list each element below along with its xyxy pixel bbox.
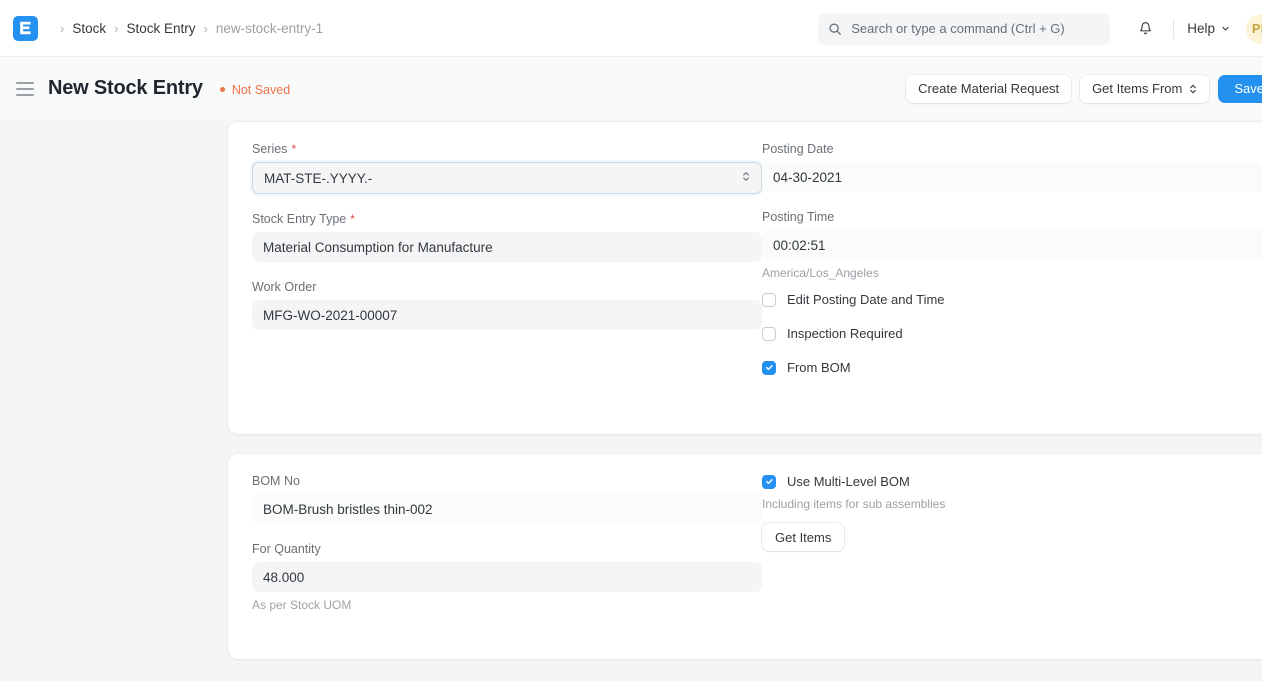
bell-icon[interactable] — [1130, 14, 1160, 44]
field-label-posting-time: Posting Time — [762, 210, 1262, 224]
checkbox-box[interactable] — [762, 293, 776, 307]
field-stock-entry-type: Stock Entry Type * Material Consumption … — [252, 212, 762, 262]
field-label-posting-date: Posting Date — [762, 142, 1262, 156]
field-work-order: Work Order MFG-WO-2021-00007 — [252, 280, 762, 330]
page-actions: Create Material Request Get Items From S… — [906, 57, 1262, 120]
help-label: Help — [1187, 21, 1215, 36]
hamburger-menu-icon[interactable] — [16, 82, 34, 96]
checkbox-label: From BOM — [787, 360, 851, 375]
get-items-button[interactable]: Get Items — [762, 523, 844, 551]
checkbox-edit-posting-date-and-time[interactable]: Edit Posting Date and Time — [762, 292, 1262, 307]
navbar-right-group: Search or type a command (Ctrl + G) Help… — [818, 0, 1262, 57]
field-label-stock-entry-type: Stock Entry Type * — [252, 212, 762, 226]
required-asterisk: * — [350, 213, 355, 225]
checkbox-use-multi-level-bom[interactable]: Use Multi-Level BOM — [762, 474, 1262, 489]
form-section-details: Series * MAT-STE-.YYYY.- Sto — [228, 122, 1262, 434]
required-asterisk: * — [291, 143, 296, 155]
navbar-divider — [1173, 19, 1174, 39]
save-button[interactable]: Save — [1218, 75, 1262, 103]
section-2-left-column: BOM No BOM-Brush bristles thin-002 For Q… — [252, 474, 762, 630]
checkbox-box[interactable] — [762, 361, 776, 375]
field-series: Series * MAT-STE-.YYYY.- — [252, 142, 762, 194]
for-quantity-input[interactable]: 48.000 — [252, 562, 762, 592]
for-quantity-description: As per Stock UOM — [252, 598, 762, 612]
checkbox-inspection-required[interactable]: Inspection Required — [762, 326, 1262, 341]
select-chevrons-icon — [742, 170, 750, 186]
field-label-for-quantity: For Quantity — [252, 542, 762, 556]
search-input[interactable]: Search or type a command (Ctrl + G) — [818, 13, 1110, 45]
breadcrumb: › Stock › Stock Entry › new-stock-entry-… — [52, 21, 323, 36]
breadcrumb-item-stock[interactable]: Stock — [72, 21, 106, 36]
checkbox-from-bom[interactable]: From BOM — [762, 360, 1262, 375]
field-label-series: Series * — [252, 142, 762, 156]
erpnext-logo-icon[interactable] — [13, 16, 38, 41]
select-chevrons-icon — [1189, 83, 1197, 95]
posting-time-input[interactable]: 00:02:51 — [762, 230, 1262, 260]
help-dropdown[interactable]: Help — [1187, 21, 1230, 36]
checkbox-label: Use Multi-Level BOM — [787, 474, 910, 489]
field-bom-no: BOM No BOM-Brush bristles thin-002 — [252, 474, 762, 524]
field-for-quantity: For Quantity 48.000 As per Stock UOM — [252, 542, 762, 612]
field-posting-time: Posting Time 00:02:51 America/Los_Angele… — [762, 210, 1262, 280]
get-items-from-label: Get Items From — [1092, 81, 1182, 96]
avatar[interactable]: PR — [1246, 14, 1262, 44]
breadcrumb-separator: › — [203, 22, 207, 35]
stock-entry-type-input[interactable]: Material Consumption for Manufacture — [252, 232, 762, 262]
checkbox-box[interactable] — [762, 327, 776, 341]
section-1-left-column: Series * MAT-STE-.YYYY.- Sto — [252, 142, 762, 394]
search-placeholder: Search or type a command (Ctrl + G) — [851, 21, 1065, 36]
search-icon — [828, 22, 842, 36]
create-material-request-button[interactable]: Create Material Request — [906, 75, 1071, 103]
status-label: Not Saved — [232, 83, 290, 97]
breadcrumb-item-current: new-stock-entry-1 — [216, 21, 323, 36]
work-order-input[interactable]: MFG-WO-2021-00007 — [252, 300, 762, 330]
bom-no-input[interactable]: BOM-Brush bristles thin-002 — [252, 494, 762, 524]
breadcrumb-item-stock-entry[interactable]: Stock Entry — [126, 21, 195, 36]
page-title: New Stock Entry — [48, 77, 203, 100]
field-label-bom-no: BOM No — [252, 474, 762, 488]
multi-level-bom-description: Including items for sub assemblies — [762, 497, 1262, 511]
checkbox-label: Inspection Required — [787, 326, 903, 341]
series-value: MAT-STE-.YYYY.- — [264, 171, 372, 186]
section-2-right-column: Use Multi-Level BOM Including items for … — [762, 474, 1262, 630]
get-items-from-button[interactable]: Get Items From — [1080, 75, 1209, 103]
posting-date-input[interactable]: 04-30-2021 — [762, 162, 1262, 192]
series-select[interactable]: MAT-STE-.YYYY.- — [252, 162, 762, 194]
page-header: New Stock Entry Not Saved Create Materia… — [0, 57, 1262, 120]
status-dot — [220, 87, 225, 92]
form-section-bom: BOM No BOM-Brush bristles thin-002 For Q… — [228, 454, 1262, 659]
section-1-right-column: Posting Date 04-30-2021 Posting Time 00:… — [762, 142, 1262, 394]
breadcrumb-separator: › — [60, 22, 64, 35]
breadcrumb-separator: › — [114, 22, 118, 35]
field-posting-date: Posting Date 04-30-2021 — [762, 142, 1262, 192]
status-badge: Not Saved — [220, 81, 290, 97]
posting-time-description: America/Los_Angeles — [762, 266, 1262, 280]
checkbox-label: Edit Posting Date and Time — [787, 292, 945, 307]
checkbox-box[interactable] — [762, 475, 776, 489]
chevron-down-icon — [1221, 24, 1230, 33]
top-navbar: › Stock › Stock Entry › new-stock-entry-… — [0, 0, 1262, 57]
field-label-work-order: Work Order — [252, 280, 762, 294]
